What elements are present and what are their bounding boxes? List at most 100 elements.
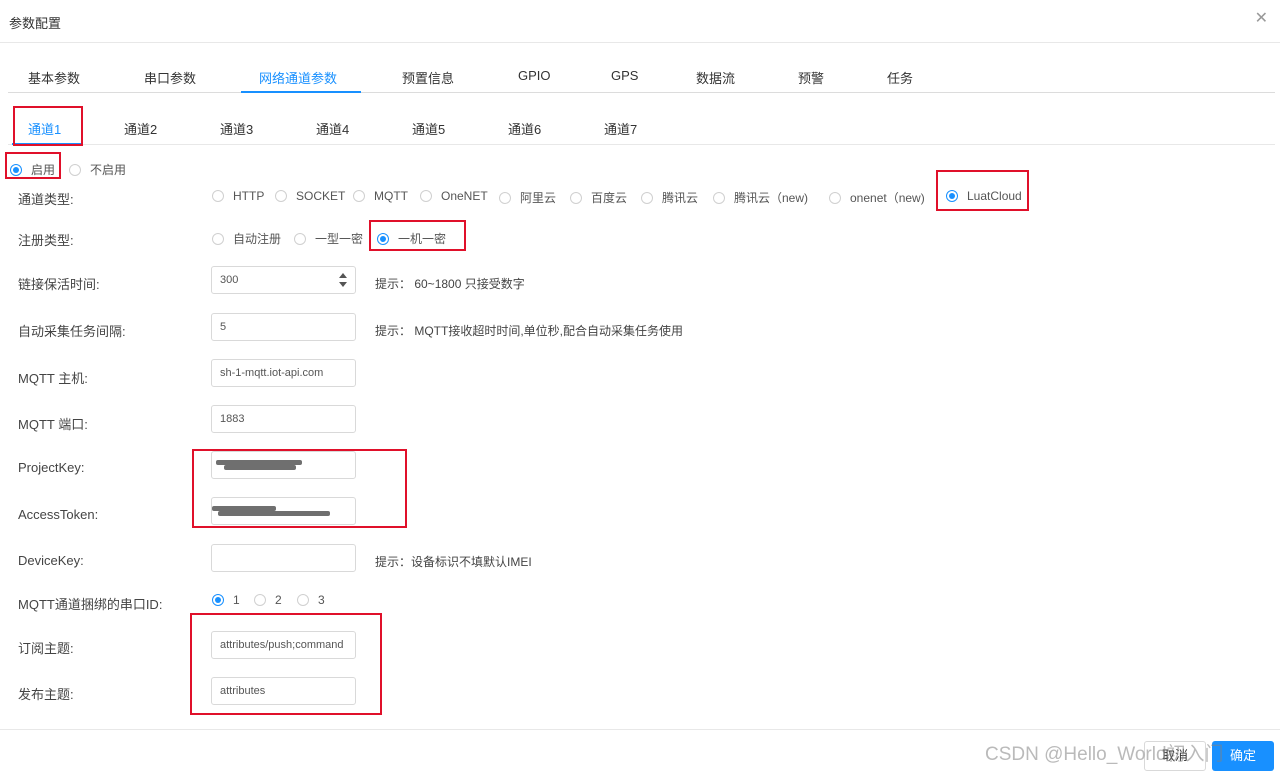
mqtt-host-input[interactable]: sh-1-mqtt.iot-api.com [211,359,356,387]
tab-preset-info[interactable]: 预置信息 [402,68,454,87]
mqtt-port-input[interactable]: 1883 [211,405,356,433]
active-channel-indicator [12,143,82,145]
radio-dot [353,190,365,202]
auto-collect-input[interactable]: 5 [211,313,356,341]
radio-dot [829,191,841,204]
tab-warning[interactable]: 预警 [798,68,824,87]
radio-dot [420,190,432,202]
channel-tabs: 通道1 通道2 通道3 通道4 通道5 通道6 通道7 [8,110,1275,145]
device-key-label: DeviceKey: [18,553,84,568]
radio-label: 不启用 [90,163,127,177]
radio-dot [254,594,266,606]
radio-serial-3[interactable]: 3 [297,593,325,607]
tab-channel-1[interactable]: 通道1 [28,119,61,138]
radio-label: 3 [318,593,325,607]
radio-dot [946,190,958,202]
project-key-label: ProjectKey: [18,460,85,475]
device-key-hint: 提示：设备标识不填默认IMEI [375,555,532,569]
tab-gpio[interactable]: GPIO [518,68,551,83]
cancel-button[interactable]: 取消 [1144,741,1206,771]
publish-topic-value: attributes [220,685,266,697]
radio-dot [641,191,653,204]
mqtt-port-label: MQTT 端口: [18,417,88,432]
keepalive-label: 链接保活时间: [18,277,100,292]
tab-channel-5[interactable]: 通道5 [412,119,445,138]
mqtt-host-value: sh-1-mqtt.iot-api.com [220,367,324,379]
access-token-input[interactable] [211,497,356,525]
project-key-input[interactable] [211,451,356,479]
radio-register-per-type[interactable]: 一型一密 [294,230,363,247]
keepalive-hint: 提示： 60~1800 只接受数字 [375,277,525,291]
radio-register-auto[interactable]: 自动注册 [212,230,281,247]
radio-dot [297,594,309,606]
radio-label: 腾讯云（new) [734,191,809,205]
radio-label: 腾讯云 [662,191,699,205]
close-icon[interactable]: ✕ [1255,10,1268,28]
tab-task[interactable]: 任务 [887,68,913,87]
auto-collect-hint: 提示： MQTT接收超时时间,单位秒,配合自动采集任务使用 [375,324,683,338]
radio-dot [499,191,511,204]
radio-channel-type-aliyun[interactable]: 阿里云 [499,189,556,206]
radio-channel-type-tencent-new[interactable]: 腾讯云（new) [713,189,808,206]
confirm-button[interactable]: 确定 [1212,741,1274,771]
radio-label: 一机一密 [398,232,447,246]
radio-label: 2 [275,593,282,607]
access-token-label: AccessToken: [18,507,99,522]
redaction-mark [224,465,296,470]
keepalive-number-input[interactable]: 300 [211,266,356,294]
radio-label: 启用 [31,163,56,177]
subscribe-topic-value: attributes/push;command [220,639,344,651]
radio-channel-type-baidu[interactable]: 百度云 [570,189,627,206]
radio-channel-type-onenet[interactable]: OneNET [420,189,488,203]
radio-enable[interactable]: 启用 [10,161,55,178]
auto-collect-value: 5 [220,321,227,333]
radio-dot [377,232,389,245]
tab-channel-6[interactable]: 通道6 [508,119,541,138]
radio-dot [69,163,81,176]
radio-label: onenet（new) [850,191,925,205]
mqtt-host-label: MQTT 主机: [18,371,88,386]
dialog-title: 参数配置 [9,16,62,31]
auto-collect-label: 自动采集任务间隔: [18,324,126,339]
radio-channel-type-tencent[interactable]: 腾讯云 [641,189,698,206]
radio-channel-type-mqtt[interactable]: MQTT [353,189,408,203]
serial-binding-label: MQTT通道捆绑的串口ID: [18,597,163,612]
radio-disable[interactable]: 不启用 [69,161,126,178]
tab-basic-params[interactable]: 基本参数 [28,68,80,87]
subscribe-topic-label: 订阅主题: [18,641,74,656]
radio-channel-type-http[interactable]: HTTP [212,189,264,203]
radio-dot [212,232,224,245]
radio-dot [212,594,224,606]
radio-serial-1[interactable]: 1 [212,593,240,607]
tab-channel-3[interactable]: 通道3 [220,119,253,138]
dialog-footer: 取消 确定 [0,729,1280,775]
radio-dot [10,163,22,176]
radio-register-per-device[interactable]: 一机一密 [377,230,446,247]
radio-label: 阿里云 [520,191,557,205]
channel-type-label: 通道类型: [18,192,74,207]
number-spinner-icon[interactable] [338,273,347,287]
radio-channel-type-onenet-new[interactable]: onenet（new) [829,189,925,206]
register-type-label: 注册类型: [18,233,74,248]
tab-gps[interactable]: GPS [611,68,638,83]
device-key-input[interactable] [211,544,356,572]
tab-channel-2[interactable]: 通道2 [124,119,157,138]
radio-dot [275,190,287,202]
radio-channel-type-socket[interactable]: SOCKET [275,189,345,203]
tab-data-stream[interactable]: 数据流 [696,68,735,87]
tab-channel-7[interactable]: 通道7 [604,119,637,138]
keepalive-value: 300 [220,274,239,286]
radio-serial-2[interactable]: 2 [254,593,282,607]
tab-serial-params[interactable]: 串口参数 [144,68,196,87]
radio-label: OneNET [441,189,488,203]
radio-label: 一型一密 [315,232,364,246]
main-tabs: 基本参数 串口参数 网络通道参数 预置信息 GPIO GPS 数据流 预警 任务 [8,60,1275,93]
radio-dot [570,191,582,204]
dialog-header: 参数配置 ✕ [0,0,1280,43]
subscribe-topic-input[interactable]: attributes/push;command [211,631,356,659]
radio-channel-type-luatcloud[interactable]: LuatCloud [946,189,1022,203]
tab-network-channel-params[interactable]: 网络通道参数 [259,68,337,87]
tab-channel-4[interactable]: 通道4 [316,119,349,138]
publish-topic-input[interactable]: attributes [211,677,356,705]
radio-label: 自动注册 [233,232,282,246]
